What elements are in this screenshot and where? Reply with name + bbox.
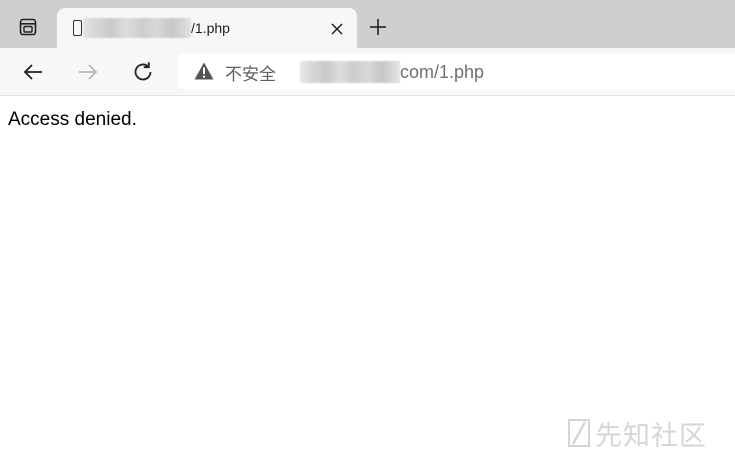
watermark-text: 先知社区	[595, 420, 707, 452]
watermark-logo-icon	[568, 419, 590, 447]
tab-title-area: /1.php	[83, 16, 323, 40]
forward-button[interactable]	[73, 57, 103, 87]
url-display[interactable]: com/1.php	[300, 60, 484, 84]
back-button[interactable]	[18, 57, 48, 87]
security-status-label[interactable]: 不安全	[225, 60, 276, 85]
navigation-toolbar: 不安全 com/1.php	[0, 48, 735, 96]
new-tab-button[interactable]	[364, 13, 392, 41]
address-bar[interactable]: 不安全 com/1.php	[178, 53, 735, 89]
close-icon	[331, 23, 343, 35]
tab-actions-button[interactable]	[12, 12, 44, 42]
redacted-host-blur	[83, 18, 191, 38]
tab-strip: /1.php	[0, 0, 735, 50]
page-favicon-icon	[73, 20, 82, 36]
forward-arrow-icon	[79, 64, 98, 80]
watermark: 先知社区	[567, 415, 707, 452]
active-tab[interactable]: /1.php	[57, 8, 357, 50]
browser-window: /1.php 不安全 com/1.php Access denied. 先知社区	[0, 0, 735, 455]
tab-close-button[interactable]	[327, 19, 347, 39]
page-content: Access denied.	[0, 96, 735, 455]
plus-icon	[370, 19, 386, 35]
url-text: com/1.php	[400, 61, 485, 82]
warning-icon[interactable]	[194, 62, 214, 80]
reload-icon	[134, 62, 152, 81]
tab-title: /1.php	[191, 20, 230, 36]
reload-button[interactable]	[128, 57, 158, 87]
tab-actions-icon	[19, 18, 37, 36]
access-denied-message: Access denied.	[8, 109, 137, 130]
back-arrow-icon	[23, 64, 42, 80]
redacted-domain-blur	[300, 61, 400, 83]
